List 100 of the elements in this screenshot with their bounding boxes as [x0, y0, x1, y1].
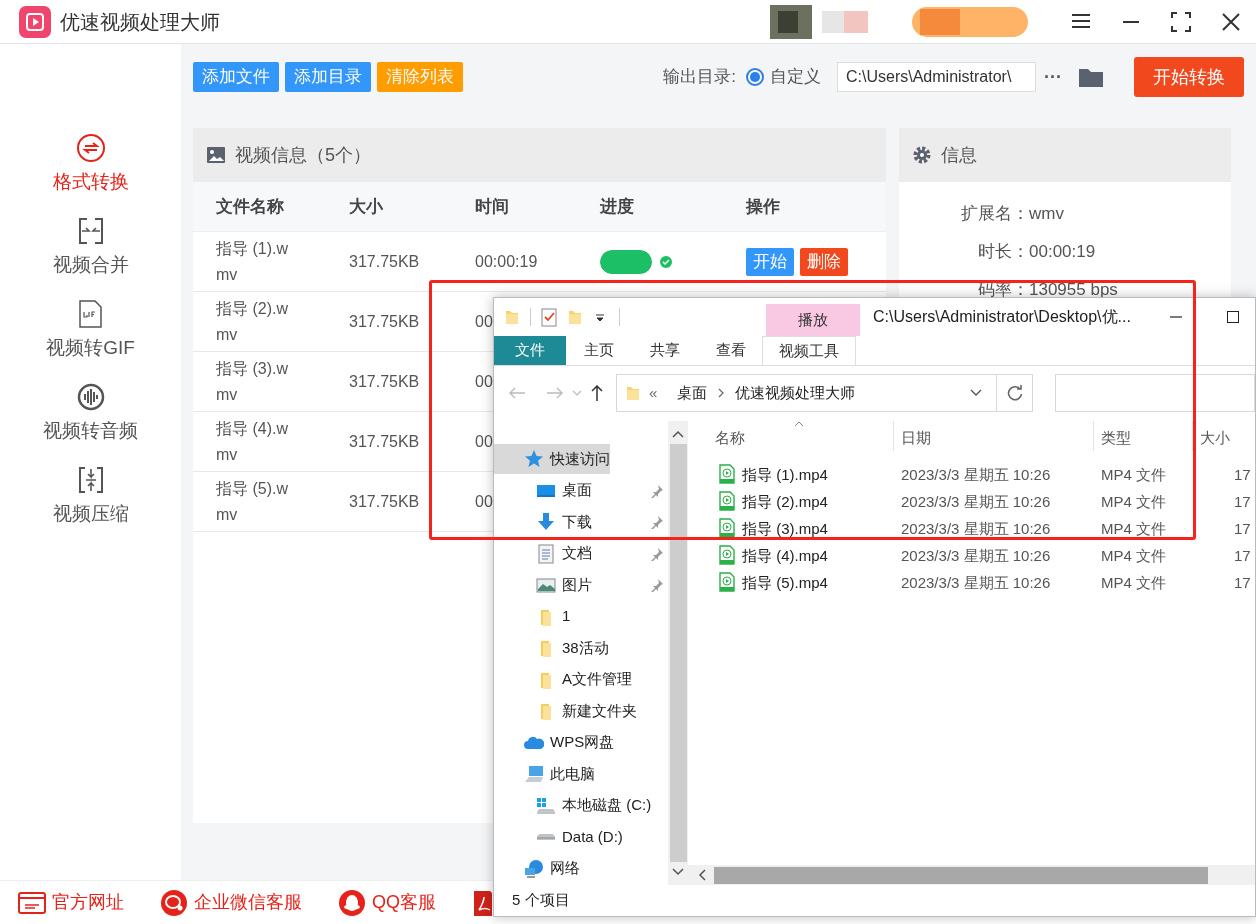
- nav-item[interactable]: 新建文件夹: [562, 699, 637, 723]
- video-file-icon: [719, 545, 735, 565]
- refresh-icon[interactable]: [1005, 384, 1024, 402]
- column-header[interactable]: 大小: [1200, 427, 1230, 450]
- folder-icon[interactable]: [1078, 66, 1104, 88]
- nav-item[interactable]: 1: [562, 605, 571, 628]
- file-row[interactable]: 指导 (5).mp4 2023/3/3 星期五 10:26 MP4 文件 17: [688, 569, 1255, 596]
- file-name: 指导 (5).wmv: [216, 478, 289, 525]
- ribbon-tab[interactable]: 视频工具: [762, 336, 856, 365]
- ribbon-tab[interactable]: 共享: [632, 336, 698, 365]
- file-time: 00: [475, 431, 493, 452]
- column-header[interactable]: 名称: [715, 427, 745, 450]
- context-tab[interactable]: 播放: [766, 304, 860, 336]
- column-header: 操作: [746, 195, 781, 218]
- video-file-icon: [719, 572, 735, 592]
- file-size: 317.75KB: [349, 491, 421, 512]
- sidebar-item[interactable]: 视频转音频: [43, 419, 138, 443]
- info-label: 扩展名：: [960, 203, 1029, 226]
- file-size: 317.75KB: [349, 251, 421, 272]
- start-convert-button[interactable]: 开始转换: [1134, 57, 1244, 97]
- nav-item[interactable]: 网络: [494, 853, 580, 884]
- footer-link[interactable]: QQ客服: [338, 889, 436, 916]
- file-name: 指导 (4).wmv: [216, 418, 289, 465]
- convert-icon: [75, 133, 106, 163]
- scrollbar[interactable]: [688, 865, 1255, 885]
- sidebar-item[interactable]: 格式转换: [52, 170, 129, 194]
- file-time: 00:00:19: [475, 251, 538, 272]
- delete-button[interactable]: 删除: [800, 247, 848, 276]
- ribbon-tab[interactable]: 查看: [698, 336, 764, 365]
- file-row[interactable]: 指导 (3).mp4 2023/3/3 星期五 10:26 MP4 文件 17: [688, 515, 1255, 542]
- down-arrow-icon: [536, 512, 556, 532]
- nav-item[interactable]: 本地磁盘 (C:): [562, 794, 652, 817]
- file-time: 00: [475, 311, 493, 332]
- chevron-down-icon: [672, 868, 684, 876]
- file-time: 00: [475, 371, 493, 392]
- chevron-down-icon[interactable]: [970, 389, 982, 397]
- file-row[interactable]: 指导 (1).mp4 2023/3/3 星期五 10:26 MP4 文件 17: [688, 461, 1255, 488]
- search-field[interactable]: [1055, 374, 1255, 412]
- file-name: 指导 (2).wmv: [216, 298, 289, 345]
- column-header[interactable]: 类型: [1101, 427, 1131, 450]
- chevron-up-icon: [672, 430, 684, 438]
- nav-item[interactable]: A文件管理: [562, 668, 632, 691]
- settings-icon: [912, 145, 932, 165]
- nav-item[interactable]: 此电脑: [494, 759, 595, 789]
- nav-item[interactable]: WPS网盘: [494, 727, 615, 758]
- sort-caret-icon: [794, 421, 804, 427]
- column-header: 大小: [349, 195, 384, 218]
- ribbon-tab[interactable]: 主页: [566, 336, 632, 365]
- nav-item[interactable]: 快速访问: [494, 444, 610, 474]
- footer-link[interactable]: 官方网址: [18, 889, 124, 916]
- more-button[interactable]: ···: [1044, 63, 1062, 91]
- image-icon: [536, 575, 556, 595]
- sidebar-item[interactable]: 视频压缩: [52, 502, 129, 526]
- nav-item[interactable]: 图片: [562, 573, 592, 597]
- panel-title: 视频信息（5个）: [235, 143, 371, 167]
- file-size: 317.75KB: [349, 431, 421, 452]
- file-name: 指导 (3).wmv: [216, 358, 289, 405]
- maximize-icon[interactable]: [1226, 311, 1239, 323]
- up-arrow-icon[interactable]: [590, 384, 604, 402]
- sidebar-item[interactable]: 视频合并: [52, 253, 129, 277]
- address-bar[interactable]: « 桌面 优速视频处理大师: [616, 374, 1033, 412]
- close-icon[interactable]: [1220, 10, 1242, 33]
- panel-title: 信息: [941, 143, 977, 167]
- app-logo-icon: [18, 4, 52, 39]
- fullscreen-icon[interactable]: [1170, 10, 1192, 33]
- file-name: 指导 (1).wmv: [216, 238, 289, 285]
- footer-link[interactable]: 企业微信客服: [160, 889, 302, 916]
- nav-item[interactable]: 文档: [562, 542, 592, 565]
- checklist-icon[interactable]: [541, 307, 557, 327]
- video-file-icon: [719, 464, 735, 484]
- document-icon: [536, 543, 556, 564]
- video-file-icon: [719, 518, 735, 538]
- radio-label: 自定义: [770, 66, 821, 89]
- scrollbar[interactable]: [668, 421, 688, 885]
- nav-item[interactable]: 桌面: [562, 479, 592, 502]
- sidebar-item[interactable]: 视频转GIF: [46, 336, 135, 360]
- nav-item[interactable]: Data (D:): [562, 825, 623, 849]
- column-header[interactable]: 日期: [901, 427, 931, 450]
- info-label: 时长：: [977, 241, 1029, 264]
- star-icon: [524, 449, 544, 469]
- dropdown-icon[interactable]: [595, 312, 605, 322]
- ribbon-tab[interactable]: 文件: [494, 336, 566, 365]
- penguin-icon: [338, 889, 366, 916]
- window-title: C:\Users\Administrator\Desktop\优...: [873, 307, 1131, 327]
- pdf-icon[interactable]: [472, 889, 492, 916]
- column-header: 进度: [600, 195, 635, 218]
- file-row[interactable]: 指导 (2).mp4 2023/3/3 星期五 10:26 MP4 文件 17: [688, 488, 1255, 515]
- drive-icon: [536, 833, 556, 841]
- network-icon: [524, 858, 544, 879]
- radio-button[interactable]: [746, 68, 764, 86]
- nav-item[interactable]: 下载: [562, 510, 592, 534]
- path-field[interactable]: C:\Users\Administrator\: [837, 62, 1036, 92]
- nav-item[interactable]: 38活动: [562, 636, 609, 660]
- output-label: 输出目录:: [663, 66, 736, 89]
- folder-icon: [625, 384, 639, 402]
- file-row[interactable]: 指导 (4).mp4 2023/3/3 星期五 10:26 MP4 文件 17: [688, 542, 1255, 569]
- web-icon: [18, 889, 46, 916]
- chat-icon: [160, 889, 188, 916]
- image-icon: [206, 146, 226, 164]
- computer-icon: [524, 764, 544, 784]
